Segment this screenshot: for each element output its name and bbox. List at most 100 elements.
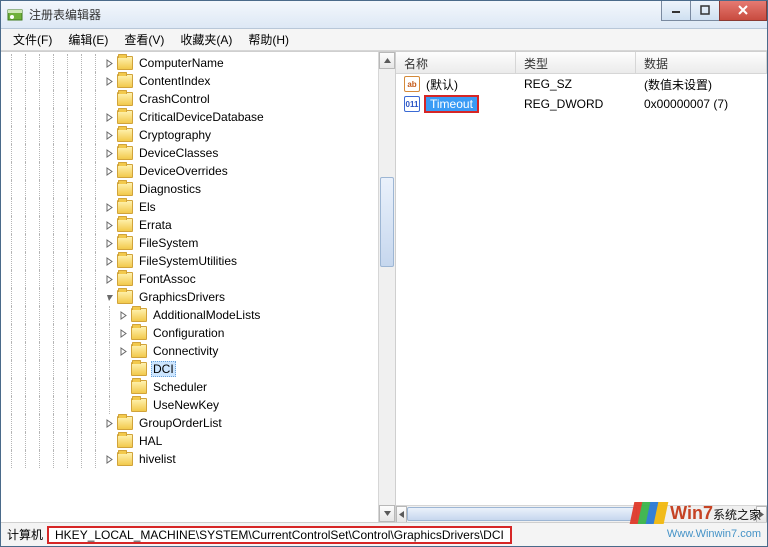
tree-node[interactable]: Configuration: [5, 324, 395, 342]
tree-guide: [75, 288, 89, 306]
chevron-right-icon[interactable]: [103, 417, 115, 429]
tree-guide: [5, 324, 19, 342]
scroll-thumb[interactable]: [380, 177, 394, 267]
tree-guide: [89, 306, 103, 324]
chevron-right-icon[interactable]: [117, 309, 129, 321]
chevron-right-icon[interactable]: [117, 327, 129, 339]
folder-icon: [117, 146, 133, 160]
tree-node[interactable]: Diagnostics: [5, 180, 395, 198]
tree-guide: [5, 162, 19, 180]
menu-edit[interactable]: 编辑(E): [60, 29, 116, 50]
tree-label: Diagnostics: [137, 182, 203, 196]
twisty-none: [117, 399, 129, 411]
tree-node[interactable]: CrashControl: [5, 90, 395, 108]
tree-node[interactable]: Cryptography: [5, 126, 395, 144]
list-hscrollbar[interactable]: [396, 505, 767, 522]
menu-fav[interactable]: 收藏夹(A): [172, 29, 240, 50]
tree-node[interactable]: FileSystem: [5, 234, 395, 252]
twisty-none: [117, 381, 129, 393]
tree-node[interactable]: DeviceOverrides: [5, 162, 395, 180]
chevron-right-icon[interactable]: [117, 345, 129, 357]
tree-node[interactable]: Connectivity: [5, 342, 395, 360]
close-button[interactable]: [719, 1, 767, 21]
list-body[interactable]: ab(默认)REG_SZ(数值未设置)011TimeoutREG_DWORD0x…: [396, 74, 767, 505]
tree-guide: [61, 306, 75, 324]
tree-node[interactable]: AdditionalModeLists: [5, 306, 395, 324]
tree-node[interactable]: CriticalDeviceDatabase: [5, 108, 395, 126]
maximize-button[interactable]: [690, 1, 720, 21]
tree-guide: [103, 324, 117, 342]
tree-node[interactable]: FontAssoc: [5, 270, 395, 288]
list-row[interactable]: ab(默认)REG_SZ(数值未设置): [396, 74, 767, 94]
tree-scroll[interactable]: ComputerNameContentIndexCrashControlCrit…: [1, 52, 395, 522]
titlebar[interactable]: 注册表编辑器: [1, 1, 767, 29]
scroll-up-button[interactable]: [379, 52, 395, 69]
tree-node[interactable]: DeviceClasses: [5, 144, 395, 162]
chevron-right-icon[interactable]: [103, 237, 115, 249]
tree-node[interactable]: Els: [5, 198, 395, 216]
tree-guide: [47, 198, 61, 216]
chevron-right-icon[interactable]: [103, 57, 115, 69]
chevron-right-icon[interactable]: [103, 75, 115, 87]
menu-view[interactable]: 查看(V): [116, 29, 172, 50]
chevron-right-icon[interactable]: [103, 147, 115, 159]
tree-label: UseNewKey: [151, 398, 221, 412]
tree-guide: [5, 198, 19, 216]
tree-guide: [19, 450, 33, 468]
chevron-right-icon[interactable]: [103, 111, 115, 123]
tree-node[interactable]: ContentIndex: [5, 72, 395, 90]
chevron-right-icon[interactable]: [103, 201, 115, 213]
tree-node[interactable]: UseNewKey: [5, 396, 395, 414]
minimize-button[interactable]: [661, 1, 691, 21]
chevron-right-icon[interactable]: [103, 255, 115, 267]
hscroll-track[interactable]: [407, 506, 756, 522]
tree-guide: [75, 198, 89, 216]
tree-guide: [19, 216, 33, 234]
col-name[interactable]: 名称: [396, 52, 516, 73]
tree-guide: [19, 234, 33, 252]
tree-guide: [33, 234, 47, 252]
tree-node[interactable]: DCI: [5, 360, 395, 378]
tree-node[interactable]: FileSystemUtilities: [5, 252, 395, 270]
tree-guide: [61, 378, 75, 396]
tree-node[interactable]: Scheduler: [5, 378, 395, 396]
tree-guide: [19, 252, 33, 270]
tree-node[interactable]: GroupOrderList: [5, 414, 395, 432]
col-type[interactable]: 类型: [516, 52, 636, 73]
tree-guide: [5, 270, 19, 288]
tree-node[interactable]: HAL: [5, 432, 395, 450]
chevron-right-icon[interactable]: [103, 273, 115, 285]
tree-guide: [75, 252, 89, 270]
hscroll-thumb[interactable]: [407, 507, 637, 521]
tree-node[interactable]: hivelist: [5, 450, 395, 468]
col-data[interactable]: 数据: [636, 52, 767, 73]
tree-node[interactable]: GraphicsDrivers: [5, 288, 395, 306]
tree-node[interactable]: ComputerName: [5, 54, 395, 72]
tree-node[interactable]: Errata: [5, 216, 395, 234]
tree-guide: [19, 198, 33, 216]
tree-scrollbar[interactable]: [378, 52, 395, 522]
scroll-down-button[interactable]: [379, 505, 395, 522]
tree-guide: [19, 432, 33, 450]
tree-guide: [5, 90, 19, 108]
chevron-right-icon[interactable]: [103, 219, 115, 231]
tree-guide: [61, 108, 75, 126]
folder-icon: [117, 74, 133, 88]
registry-tree: ComputerNameContentIndexCrashControlCrit…: [1, 52, 395, 470]
chevron-right-icon[interactable]: [103, 165, 115, 177]
chevron-down-icon[interactable]: [103, 291, 115, 303]
folder-icon: [117, 416, 133, 430]
menu-help[interactable]: 帮助(H): [240, 29, 297, 50]
scroll-track[interactable]: [379, 69, 395, 505]
tree-guide: [19, 270, 33, 288]
list-row[interactable]: 011TimeoutREG_DWORD0x00000007 (7): [396, 94, 767, 114]
tree-guide: [103, 360, 117, 378]
tree-label: FontAssoc: [137, 272, 198, 286]
tree-guide: [89, 108, 103, 126]
tree-guide: [5, 54, 19, 72]
menu-file[interactable]: 文件(F): [5, 29, 60, 50]
scroll-left-button[interactable]: [396, 506, 407, 522]
chevron-right-icon[interactable]: [103, 453, 115, 465]
scroll-right-button[interactable]: [756, 506, 767, 522]
chevron-right-icon[interactable]: [103, 129, 115, 141]
